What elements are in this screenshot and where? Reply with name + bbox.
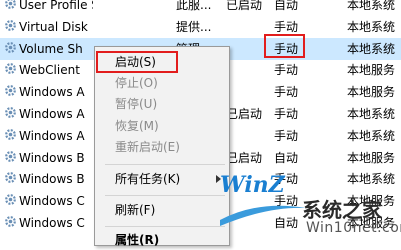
service-startup-type: 手动 (274, 128, 299, 143)
menu-item-pause: 暂停(U) (115, 97, 158, 111)
service-logon-as: 本地服务 (347, 63, 396, 78)
watermark-swoosh-icon (220, 205, 306, 226)
menu-item-resume: 恢复(M) (115, 119, 159, 133)
menu-item-all-tasks[interactable]: 所有任务(K) (115, 169, 180, 189)
service-gear-icon (4, 19, 17, 35)
watermark-tagline: 系统之家 (302, 198, 382, 222)
watermark: WinZ 系统之家 Win10net.com (218, 170, 401, 242)
service-name: Windows C (19, 216, 85, 230)
service-startup-type: 手动 (274, 107, 299, 121)
menu-separator (105, 164, 225, 165)
service-status: 已启动 (226, 150, 263, 165)
service-startup-type: 手动 (274, 63, 299, 78)
service-logon-as: 本地系统 (347, 41, 396, 56)
service-logon-as: 本地服务 (347, 150, 396, 165)
menu-item-refresh[interactable]: 刷新(F) (115, 200, 155, 220)
service-logon-as: 本地系统 (347, 19, 396, 34)
service-name: Windows B (19, 150, 85, 165)
service-logon-as: 本地系统 (347, 128, 396, 143)
service-name: Windows A (19, 85, 85, 100)
watermark-logo: WinZ (220, 172, 285, 198)
service-startup-type: 自动 (274, 150, 299, 165)
service-gear-icon (4, 128, 17, 144)
menu-item-restart: 重新启动(E) (115, 140, 180, 154)
service-name: User Profile Service (19, 0, 93, 12)
context-menu: 启动(S) 停止(O) 暂停(U) 恢复(M) 重新启动(E) 所有任务(K) … (94, 46, 230, 247)
service-logon-as: 本地服务 (347, 85, 396, 100)
service-name: Windows A (19, 107, 85, 121)
menu-item-stop: 停止(O) (115, 76, 158, 90)
menu-separator (105, 195, 225, 196)
service-status: 已启动 (226, 0, 263, 12)
service-row[interactable]: User Profile Service 此服... 已启动自动 本地系统 (0, 0, 401, 16)
service-status: 已启动 (226, 107, 263, 121)
service-gear-icon (4, 106, 17, 122)
service-gear-icon (4, 62, 17, 78)
service-logon-as: 本地系统 (347, 107, 396, 121)
menu-item-properties[interactable]: 属性(R) (115, 230, 159, 250)
service-name: Windows C (19, 194, 85, 209)
service-description: 此服... (176, 0, 212, 12)
service-description: 提供... (176, 19, 212, 34)
service-gear-icon (4, 150, 17, 166)
service-gear-icon (4, 171, 17, 187)
service-gear-icon (4, 193, 17, 209)
service-logon-as: 本地系统 (347, 0, 396, 12)
service-startup-type: 手动 (274, 85, 299, 100)
service-gear-icon (4, 0, 17, 13)
startup-type-highlight (264, 34, 305, 58)
service-row[interactable]: Virtual Disk 提供... 手动 本地系统 (0, 16, 401, 38)
service-gear-icon (4, 215, 17, 231)
service-name: Windows A (19, 128, 85, 143)
service-name: Virtual Disk (19, 19, 88, 34)
start-item-highlight (96, 51, 178, 73)
service-name: Windows B (19, 172, 85, 187)
service-startup-type: 自动 (274, 0, 299, 12)
service-name: WebClient (19, 63, 80, 78)
service-gear-icon (4, 84, 17, 100)
service-gear-icon (4, 41, 17, 57)
menu-separator (105, 226, 225, 227)
watermark-url: Win10net.com (306, 220, 401, 236)
